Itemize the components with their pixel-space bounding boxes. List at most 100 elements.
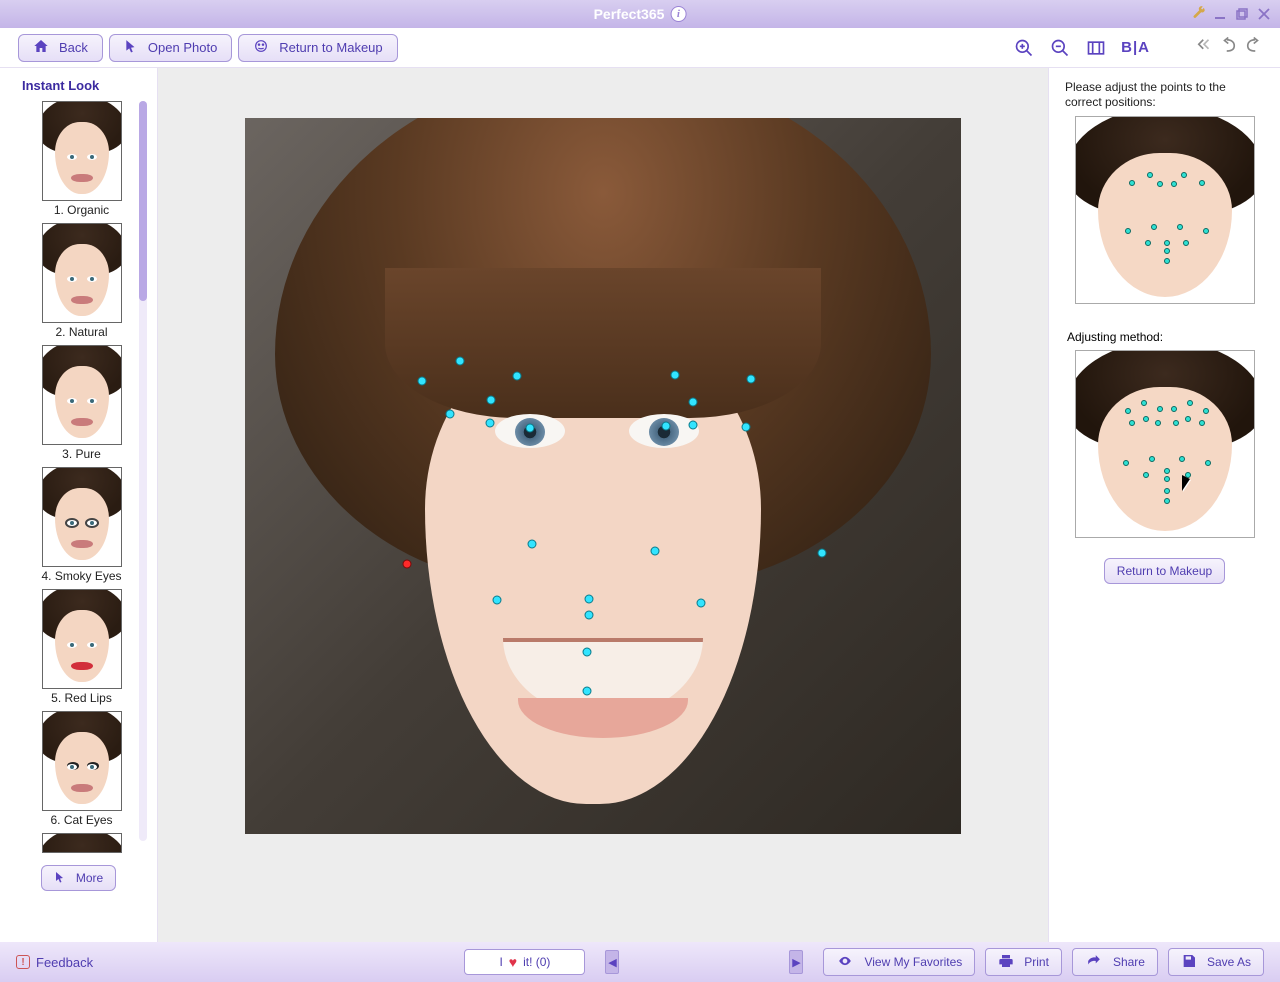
titlebar-center: Perfect365 i xyxy=(594,6,687,22)
look-label: 5. Red Lips xyxy=(51,691,112,705)
look-item[interactable] xyxy=(42,833,122,853)
looks-scrollbar[interactable] xyxy=(139,101,147,841)
more-button[interactable]: More xyxy=(41,865,116,891)
face-point[interactable] xyxy=(403,560,412,569)
photo-canvas[interactable] xyxy=(245,118,961,834)
face-point[interactable] xyxy=(487,396,496,405)
ref-face-point xyxy=(1164,240,1170,246)
face-point[interactable] xyxy=(526,424,535,433)
face-point[interactable] xyxy=(697,599,706,608)
ref-face-point xyxy=(1129,420,1135,426)
face-point[interactable] xyxy=(528,540,537,549)
titlebar: Perfect365 i xyxy=(0,0,1280,28)
look-item[interactable]: 4. Smoky Eyes xyxy=(41,467,121,587)
wrench-icon[interactable] xyxy=(1192,6,1206,23)
feedback-icon: ! xyxy=(16,955,30,969)
before-after-toggle[interactable]: B|A xyxy=(1121,39,1150,56)
look-thumb xyxy=(42,223,122,323)
save-as-button[interactable]: Save As xyxy=(1168,948,1264,976)
close-button[interactable] xyxy=(1256,6,1272,22)
ref-face-point xyxy=(1151,224,1157,230)
return-to-makeup-side-button[interactable]: Return to Makeup xyxy=(1104,558,1225,584)
look-thumb xyxy=(42,345,122,445)
zoom-out-icon[interactable] xyxy=(1049,37,1071,59)
face-point[interactable] xyxy=(418,377,427,386)
minimize-button[interactable] xyxy=(1212,6,1228,22)
fit-screen-icon[interactable] xyxy=(1085,37,1107,59)
scrollbar-thumb[interactable] xyxy=(139,101,147,301)
look-label: 3. Pure xyxy=(62,447,101,461)
ref-face-point xyxy=(1164,488,1170,494)
face-point[interactable] xyxy=(446,410,455,419)
pager: ◀ ▶ xyxy=(605,950,803,974)
ref-face-point xyxy=(1147,172,1153,178)
undo-icon[interactable] xyxy=(1220,36,1238,59)
ref-face-point xyxy=(1173,420,1179,426)
reference-thumb-positions xyxy=(1075,116,1255,304)
look-item[interactable]: 5. Red Lips xyxy=(42,589,122,709)
look-thumb xyxy=(42,101,122,201)
canvas-area xyxy=(158,68,1048,942)
look-label: 6. Cat Eyes xyxy=(50,813,112,827)
ref-face-point xyxy=(1129,180,1135,186)
face-point[interactable] xyxy=(651,547,660,556)
return-to-makeup-button[interactable]: Return to Makeup xyxy=(238,34,397,62)
pager-next[interactable]: ▶ xyxy=(789,950,803,974)
ref-face-point xyxy=(1185,416,1191,422)
ref-face-point xyxy=(1155,420,1161,426)
face-point[interactable] xyxy=(486,419,495,428)
ref-face-point xyxy=(1157,181,1163,187)
ref-face-point xyxy=(1149,456,1155,462)
feedback-link[interactable]: ! Feedback xyxy=(16,955,93,970)
open-photo-button[interactable]: Open Photo xyxy=(109,34,232,62)
face-point[interactable] xyxy=(583,687,592,696)
ref-face-point xyxy=(1141,400,1147,406)
face-point[interactable] xyxy=(689,421,698,430)
view-favorites-button[interactable]: View My Favorites xyxy=(823,948,975,976)
look-item[interactable]: 6. Cat Eyes xyxy=(42,711,122,831)
share-button[interactable]: Share xyxy=(1072,948,1158,976)
zoom-in-icon[interactable] xyxy=(1013,37,1035,59)
face-icon xyxy=(253,38,269,57)
toolbar: Back Open Photo Return to Makeup B|A xyxy=(0,28,1280,68)
heart-icon: ♥ xyxy=(509,954,517,970)
ref-face-point xyxy=(1179,456,1185,462)
cursor-icon xyxy=(124,38,138,57)
face-point[interactable] xyxy=(493,596,502,605)
redo-icon[interactable] xyxy=(1244,36,1262,59)
back-button[interactable]: Back xyxy=(18,34,103,62)
more-label: More xyxy=(76,871,103,885)
ref-face-point xyxy=(1199,420,1205,426)
pager-prev[interactable]: ◀ xyxy=(605,950,619,974)
look-item[interactable]: 3. Pure xyxy=(42,345,122,465)
print-button[interactable]: Print xyxy=(985,948,1062,976)
look-item[interactable]: 1. Organic xyxy=(42,101,122,221)
face-point[interactable] xyxy=(585,595,594,604)
look-label: 4. Smoky Eyes xyxy=(41,569,121,583)
face-point[interactable] xyxy=(689,398,698,407)
back-label: Back xyxy=(59,40,88,55)
ref-face-point xyxy=(1203,228,1209,234)
face-point[interactable] xyxy=(662,422,671,431)
face-point[interactable] xyxy=(513,372,522,381)
ref-face-point xyxy=(1177,224,1183,230)
ref-face-point xyxy=(1171,406,1177,412)
face-point[interactable] xyxy=(456,357,465,366)
face-point[interactable] xyxy=(585,611,594,620)
love-it-button[interactable]: I ♥ it! (0) xyxy=(464,949,585,975)
face-point[interactable] xyxy=(583,648,592,657)
face-point[interactable] xyxy=(742,423,751,432)
maximize-button[interactable] xyxy=(1234,6,1250,22)
right-panel: Please adjust the points to the correct … xyxy=(1048,68,1280,942)
face-point[interactable] xyxy=(671,371,680,380)
look-item[interactable]: 2. Natural xyxy=(42,223,122,343)
ref-face-point xyxy=(1143,416,1149,422)
reference-thumb-method xyxy=(1075,350,1255,538)
ref-face-point xyxy=(1145,240,1151,246)
undo-all-icon[interactable] xyxy=(1194,36,1214,59)
face-point[interactable] xyxy=(818,549,827,558)
adjusting-method-label: Adjusting method: xyxy=(1067,330,1163,344)
ref-face-point xyxy=(1164,468,1170,474)
info-icon[interactable]: i xyxy=(670,6,686,22)
face-point[interactable] xyxy=(747,375,756,384)
